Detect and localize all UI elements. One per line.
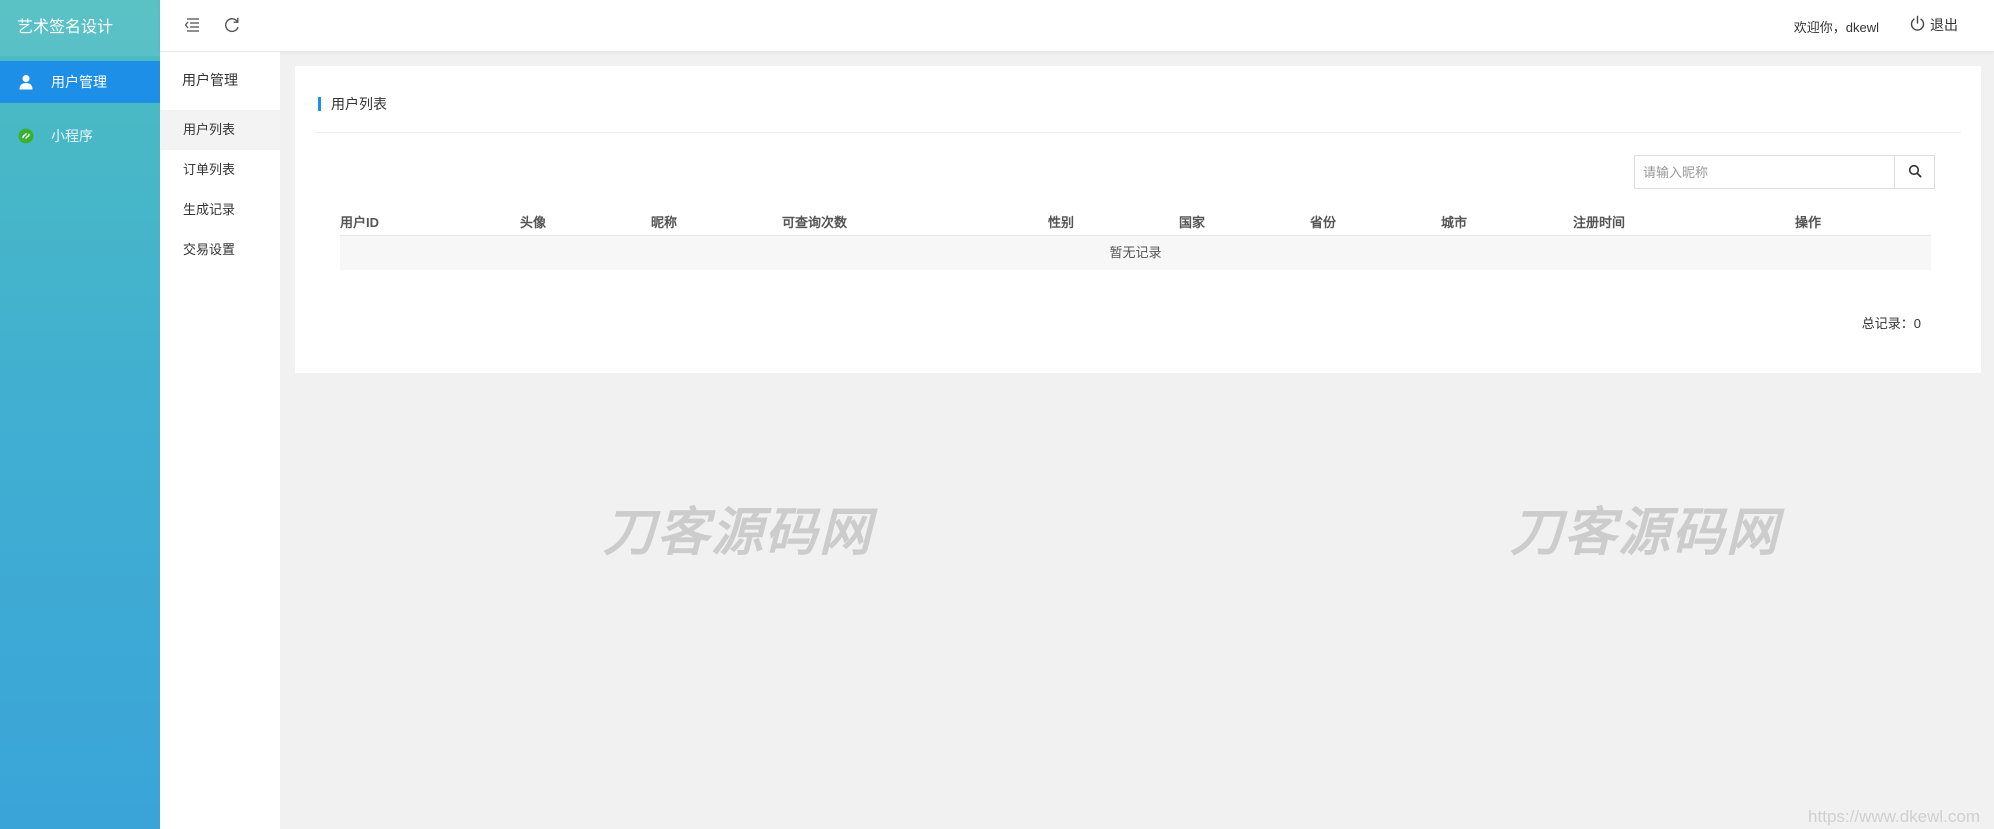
main-sidebar: 艺术签名设计 用户管理 小程序 (0, 0, 160, 829)
sidebar-item-mini-program[interactable]: 小程序 (0, 115, 160, 157)
logout-label: 退出 (1930, 17, 1958, 33)
column-header: 性别 (1048, 215, 1075, 230)
search-button[interactable] (1894, 155, 1935, 189)
column-header: 昵称 (651, 215, 678, 230)
collapse-menu-icon[interactable] (182, 15, 202, 35)
submenu-item-generation-records[interactable]: 生成记录 (160, 190, 280, 230)
column-header: 用户ID (340, 215, 380, 230)
empty-table-message: 暂无记录 (340, 236, 1931, 270)
logout-button[interactable]: 退出 (1909, 15, 1958, 35)
card-title: 用户列表 (331, 96, 387, 112)
user-icon (17, 73, 35, 91)
watermark-logo: 刀客源码网 (603, 503, 874, 563)
watermark-url: https://www.dkewl.com (1808, 807, 1980, 826)
column-header: 头像 (520, 215, 547, 230)
sidebar-item-label: 小程序 (51, 128, 93, 144)
total-records: 总记录：0 (1861, 316, 1921, 331)
submenu-item-trade-settings[interactable]: 交易设置 (160, 230, 280, 270)
table-header: 用户ID 头像 昵称 可查询次数 性别 国家 省份 城市 注册时间 操作 (340, 204, 1931, 236)
column-header: 国家 (1179, 215, 1206, 230)
app-brand: 艺术签名设计 (0, 0, 160, 56)
user-table: 用户ID 头像 昵称 可查询次数 性别 国家 省份 城市 注册时间 操作 暂无记… (340, 204, 1931, 270)
card-header: 用户列表 (315, 93, 1961, 133)
power-icon (1909, 15, 1930, 35)
refresh-icon[interactable] (222, 15, 242, 35)
watermark-logo: 刀客源码网 (1510, 503, 1781, 563)
column-header: 操作 (1795, 215, 1822, 230)
column-header: 注册时间 (1573, 215, 1626, 230)
top-header: 欢迎你，dkewl 退出 (160, 0, 1994, 52)
title-accent-bar (318, 97, 321, 111)
submenu-title: 用户管理 (182, 72, 238, 88)
submenu-item-user-list[interactable]: 用户列表 (160, 110, 280, 150)
column-header: 省份 (1310, 215, 1337, 230)
mini-program-icon (17, 127, 35, 145)
search-icon (1908, 164, 1922, 181)
welcome-text: 欢迎你，dkewl (1793, 20, 1879, 35)
nickname-search-input[interactable] (1634, 155, 1894, 189)
sidebar-item-label: 用户管理 (51, 74, 107, 90)
user-list-card: 用户列表 用户ID 头像 昵称 可查询次数 性别 国家 省份 城市 注册时间 操… (295, 66, 1981, 373)
submenu-item-order-list[interactable]: 订单列表 (160, 150, 280, 190)
column-header: 城市 (1441, 215, 1468, 230)
column-header: 可查询次数 (782, 215, 848, 230)
sidebar-item-user-management[interactable]: 用户管理 (0, 61, 160, 103)
search-bar (1634, 155, 1935, 189)
sub-menu: 用户管理 用户列表 订单列表 生成记录 交易设置 (160, 52, 280, 829)
